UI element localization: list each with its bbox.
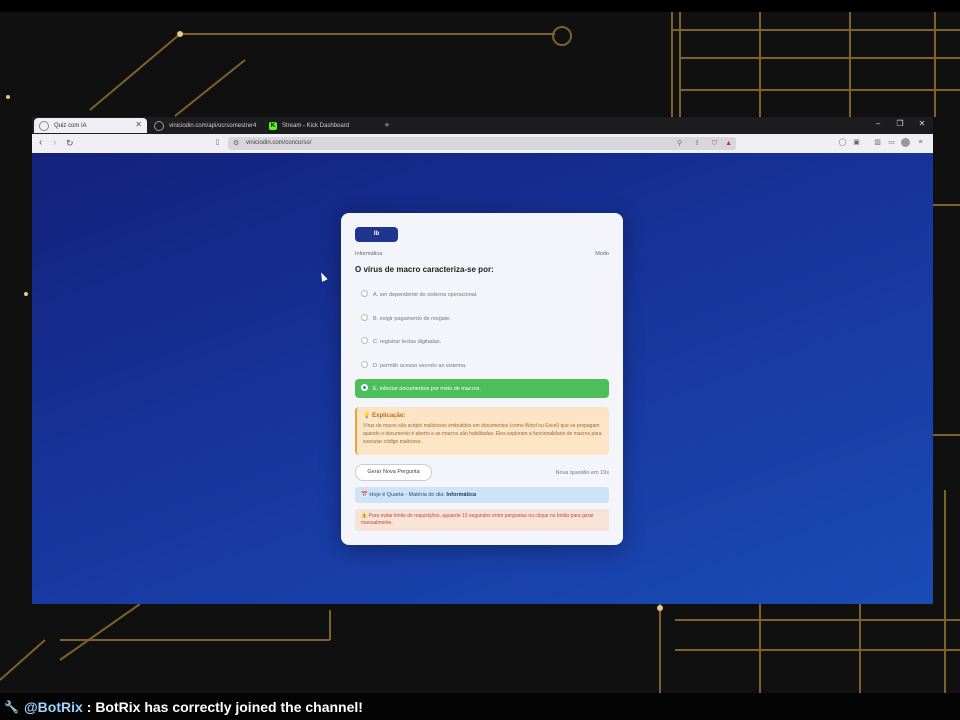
forward-button[interactable]: › — [53, 137, 56, 149]
wallet-icon[interactable]: ▣ — [852, 138, 861, 147]
minimize-button[interactable]: – — [868, 119, 888, 128]
maximize-button[interactable]: ❐ — [890, 119, 910, 128]
tab-bar: Quiz com IA ✕ viniciodin.com/api/ocrsome… — [32, 117, 933, 134]
site-info-icon[interactable]: ⚙ — [233, 137, 239, 150]
tab-title: Quiz com IA — [54, 122, 87, 129]
option-label: A. ser dependente do sistema operacional… — [373, 291, 478, 298]
tab-title: Stream - Kick Dashboard — [282, 122, 350, 129]
profile-avatar-icon[interactable] — [901, 138, 910, 147]
kick-logo-icon: K — [269, 121, 277, 130]
chat-username: @BotRix — [24, 698, 83, 715]
radio-icon[interactable] — [361, 314, 368, 321]
radio-icon[interactable] — [361, 361, 368, 368]
option-label: C. registrar teclas digitadas. — [373, 338, 442, 345]
rate-limit-warning: ⚠️ Para evitar limite de requisições, ag… — [355, 509, 609, 531]
daily-prefix: 📅 Hoje é Quarta - Matéria do dia: — [361, 492, 445, 498]
screenshot-icon[interactable]: ▭ — [887, 138, 896, 147]
zoom-icon[interactable]: ⚲ — [677, 137, 682, 150]
tab-kick-dashboard[interactable]: K Stream - Kick Dashboard — [264, 118, 376, 133]
browser-window: Quiz com IA ✕ viniciodin.com/api/ocrsome… — [32, 117, 933, 604]
tab-quiz[interactable]: Quiz com IA ✕ — [34, 118, 147, 133]
answer-option-e-correct[interactable]: E. infectar documentos por meio de macro… — [355, 379, 609, 398]
option-label: B. exigir pagamento de resgate. — [373, 315, 451, 322]
globe-icon — [39, 120, 49, 131]
share-icon[interactable]: ⇪ — [694, 137, 700, 150]
explanation-text: Vírus de macro são scripts maliciosos em… — [363, 423, 602, 445]
quiz-card: Ib Informática Modo O vírus de macro car… — [341, 213, 623, 545]
chat-icon[interactable]: ◯ — [838, 138, 847, 147]
page-viewport: Ib Informática Modo O vírus de macro car… — [32, 153, 933, 604]
explanation-title: 💡 Explicação: — [363, 413, 406, 419]
option-label: D. permitir acesso secreto ao sistema. — [373, 362, 467, 369]
daily-subject: Informática — [446, 492, 477, 498]
radio-selected-icon[interactable] — [361, 384, 368, 391]
close-tab-icon[interactable]: ✕ — [135, 120, 142, 129]
menu-icon[interactable]: ≡ — [916, 138, 925, 147]
close-window-button[interactable]: ✕ — [912, 119, 932, 128]
answer-option-a[interactable]: A. ser dependente do sistema operacional… — [355, 285, 609, 304]
answer-option-c[interactable]: C. registrar teclas digitadas. — [355, 332, 609, 351]
browser-toolbar: ‹ › ↻ ▯ ⚙ viniciodin.com/concurso/ ⚲ ⇪ ⛉… — [32, 134, 933, 153]
address-bar[interactable]: ⚙ viniciodin.com/concurso/ ⚲ ⇪ ⛉ ▲ — [228, 137, 736, 150]
radio-icon[interactable] — [361, 337, 368, 344]
option-label: E. infectar documentos por meio de macro… — [373, 385, 481, 392]
sidebar-icon[interactable]: ▥ — [873, 138, 882, 147]
new-tab-button[interactable]: + — [382, 120, 392, 130]
question-category: Informática — [355, 251, 383, 257]
next-question-timer: Nova questão em 19s — [555, 470, 609, 476]
bookmark-icon[interactable]: ▯ — [213, 138, 222, 147]
answer-option-d[interactable]: D. permitir acesso secreto ao sistema. — [355, 356, 609, 375]
radio-icon[interactable] — [361, 290, 368, 297]
mode-label: Modo — [595, 251, 609, 257]
url-text: viniciodin.com/concurso/ — [246, 140, 312, 146]
tab-title: viniciodin.com/api/ocrsomestrer4 — [169, 122, 257, 129]
new-question-button[interactable]: Gerar Nova Pergunta — [355, 464, 432, 481]
question-text: O vírus de macro caracteriza-se por: — [355, 265, 494, 274]
wrench-icon: 🔧 — [4, 699, 19, 714]
daily-subject-banner: 📅 Hoje é Quarta - Matéria do dia: Inform… — [355, 487, 609, 503]
brave-shield-icon[interactable]: ⛉ — [712, 137, 717, 150]
back-button[interactable]: ‹ — [39, 137, 42, 149]
chat-message: : BotRix has correctly joined the channe… — [86, 698, 363, 715]
chat-overlay: 🔧 @BotRix : BotRix has correctly joined … — [0, 693, 960, 720]
tab-api[interactable]: viniciodin.com/api/ocrsomestrer4 — [149, 118, 261, 133]
globe-icon — [154, 120, 164, 131]
reload-button[interactable]: ↻ — [66, 137, 74, 149]
explanation-box: 💡 Explicação: Vírus de macro são scripts… — [355, 407, 609, 455]
subject-tag-button[interactable]: Ib — [355, 227, 398, 242]
brave-rewards-icon[interactable]: ▲ — [725, 137, 732, 150]
mouse-cursor-icon — [318, 271, 328, 282]
answer-option-b[interactable]: B. exigir pagamento de resgate. — [355, 309, 609, 328]
